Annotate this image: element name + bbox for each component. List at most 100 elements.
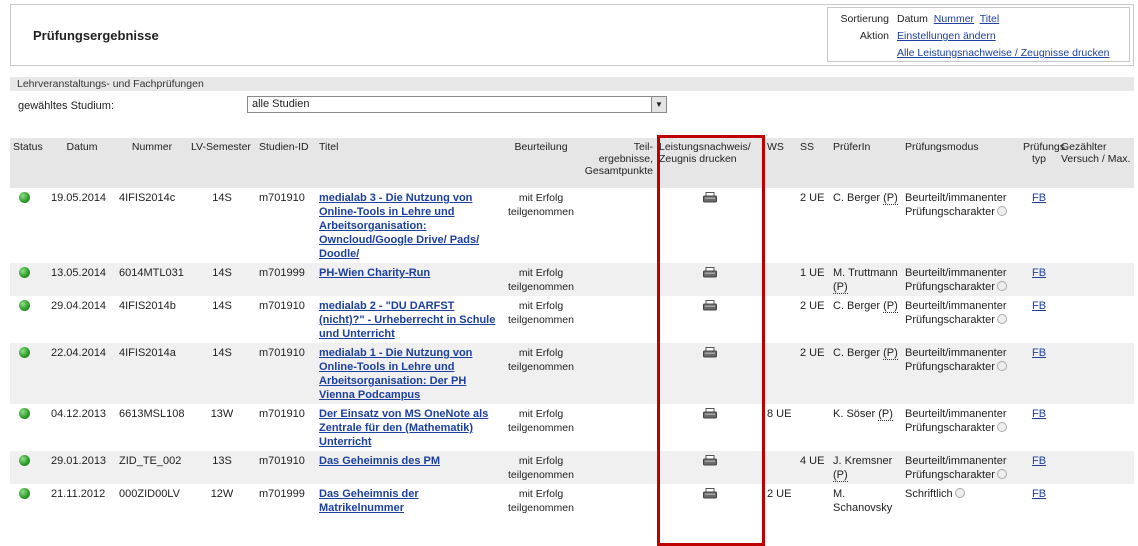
beurteilung-cell: mit Erfolg teilgenommen <box>504 343 578 404</box>
course-title-link[interactable]: medialab 2 - "DU DARFST (nicht)?" - Urhe… <box>319 300 495 340</box>
info-icon[interactable] <box>954 488 965 498</box>
col-status: Status <box>10 138 48 188</box>
sort-by-number-link[interactable]: Nummer <box>934 13 974 25</box>
sort-action-box: Sortierung Datum Nummer Titel Aktion Ein… <box>827 7 1130 62</box>
nummer-cell: 000ZID00LV <box>116 484 188 517</box>
modus-cell: Beurteilt/immanenter Prüfungscharakter <box>902 343 1020 404</box>
pruefer-role: (P) <box>833 281 848 294</box>
modus-cell: Beurteilt/immanenter Prüfungscharakter <box>902 296 1020 343</box>
course-title-link[interactable]: Das Geheimnis der Matrikelnummer <box>319 488 419 514</box>
pruefer-name: M. Schanovsky <box>833 488 893 514</box>
pruefer-name: J. Kremsner <box>833 455 893 467</box>
pruefungstyp-link[interactable]: FB <box>1032 408 1046 420</box>
pruefer-cell: J. Kremsner (P) <box>830 451 902 484</box>
info-icon[interactable] <box>996 206 1007 216</box>
nummer-cell: 6613MSL108 <box>116 404 188 451</box>
teilergebnisse-cell <box>578 484 656 517</box>
ws-cell: 2 UE <box>764 484 797 517</box>
datum-cell: 21.11.2012 <box>48 484 116 517</box>
pruefer-name: C. Berger <box>833 347 881 359</box>
pruefungstyp-link[interactable]: FB <box>1032 455 1046 467</box>
versuch-cell <box>1058 343 1134 404</box>
pruefungstyp-link[interactable]: FB <box>1032 488 1046 500</box>
printer-icon[interactable] <box>703 192 717 203</box>
course-title-link[interactable]: medialab 3 - Die Nutzung von Online-Tool… <box>319 192 479 260</box>
page-title: Prüfungsergebnisse <box>33 28 159 43</box>
versuch-cell <box>1058 296 1134 343</box>
col-studien-id: Studien-ID <box>256 138 316 188</box>
ws-cell <box>764 188 797 263</box>
table-row: 29.04.2014 4IFIS2014b 14S m701910 medial… <box>10 296 1134 343</box>
info-icon[interactable] <box>996 314 1007 324</box>
sort-by-title-link[interactable]: Titel <box>980 13 999 25</box>
ws-cell <box>764 296 797 343</box>
studium-select-value: alle Studien <box>252 98 310 110</box>
info-icon[interactable] <box>996 281 1007 291</box>
typ-cell: FB <box>1020 296 1058 343</box>
course-title-link[interactable]: medialab 1 - Die Nutzung von Online-Tool… <box>319 347 472 401</box>
info-icon[interactable] <box>996 361 1007 371</box>
typ-cell: FB <box>1020 451 1058 484</box>
col-titel: Titel <box>316 138 504 188</box>
beurteilung-cell: mit Erfolg teilgenommen <box>504 188 578 263</box>
teilergebnisse-cell <box>578 404 656 451</box>
info-icon[interactable] <box>996 469 1007 479</box>
settings-link[interactable]: Einstellungen ändern <box>897 30 996 42</box>
datum-cell: 04.12.2013 <box>48 404 116 451</box>
pruefungstyp-link[interactable]: FB <box>1032 347 1046 359</box>
titel-cell: medialab 3 - Die Nutzung von Online-Tool… <box>316 188 504 263</box>
modus-cell: Beurteilt/immanenter Prüfungscharakter <box>902 263 1020 296</box>
print-all-link[interactable]: Alle Leistungsnachweise / Zeugnisse druc… <box>897 47 1109 59</box>
beurteilung-cell: mit Erfolg teilgenommen <box>504 263 578 296</box>
studien-id-cell: m701910 <box>256 188 316 263</box>
modus-text: Beurteilt/immanenter Prüfungscharakter <box>905 267 1007 293</box>
semester-cell: 14S <box>188 188 256 263</box>
col-pruefungsmodus: Prüfungsmodus <box>902 138 1020 188</box>
printer-icon[interactable] <box>703 455 717 466</box>
pruefungstyp-link[interactable]: FB <box>1032 300 1046 312</box>
col-pruefungstyp: Prüfungs typ <box>1020 138 1065 188</box>
pruefer-name: C. Berger <box>833 300 881 312</box>
modus-cell: Beurteilt/immanenter Prüfungscharakter <box>902 188 1020 263</box>
pruefungstyp-link[interactable]: FB <box>1032 267 1046 279</box>
printer-icon[interactable] <box>703 488 717 499</box>
titel-cell: Das Geheimnis der Matrikelnummer <box>316 484 504 517</box>
nummer-cell: 4IFIS2014c <box>116 188 188 263</box>
table-row: 04.12.2013 6613MSL108 13W m701910 Der Ei… <box>10 404 1134 451</box>
status-cell <box>10 451 48 484</box>
print-cell <box>656 451 764 484</box>
printer-icon[interactable] <box>703 408 717 419</box>
studium-select[interactable]: alle Studien ▼ <box>247 96 667 113</box>
typ-cell: FB <box>1020 188 1058 263</box>
semester-cell: 14S <box>188 343 256 404</box>
status-cell <box>10 188 48 263</box>
action-label: Aktion <box>859 30 889 42</box>
sort-label: Sortierung <box>840 13 889 25</box>
results-table: Status Datum Nummer LV-Semester Studien-… <box>10 138 1134 517</box>
info-icon[interactable] <box>996 422 1007 432</box>
versuch-cell <box>1058 451 1134 484</box>
ws-cell <box>764 343 797 404</box>
course-title-link[interactable]: Der Einsatz von MS OneNote als Zentrale … <box>319 408 488 448</box>
ws-cell <box>764 451 797 484</box>
status-cell <box>10 404 48 451</box>
course-title-link[interactable]: PH-Wien Charity-Run <box>319 267 430 279</box>
titel-cell: medialab 1 - Die Nutzung von Online-Tool… <box>316 343 504 404</box>
course-title-link[interactable]: Das Geheimnis des PM <box>319 455 440 467</box>
datum-cell: 13.05.2014 <box>48 263 116 296</box>
pruefer-cell: C. Berger (P) <box>830 343 902 404</box>
status-ok-icon <box>19 300 30 311</box>
ss-cell: 4 UE <box>797 451 830 484</box>
datum-cell: 29.04.2014 <box>48 296 116 343</box>
status-ok-icon <box>19 267 30 278</box>
beurteilung-cell: mit Erfolg teilgenommen <box>504 451 578 484</box>
datum-cell: 22.04.2014 <box>48 343 116 404</box>
printer-icon[interactable] <box>703 267 717 278</box>
pruefer-role: (P) <box>883 192 898 205</box>
ss-cell: 2 UE <box>797 188 830 263</box>
printer-icon[interactable] <box>703 347 717 358</box>
pruefungstyp-link[interactable]: FB <box>1032 192 1046 204</box>
dropdown-arrow-icon[interactable]: ▼ <box>651 97 666 112</box>
status-cell <box>10 343 48 404</box>
printer-icon[interactable] <box>703 300 717 311</box>
